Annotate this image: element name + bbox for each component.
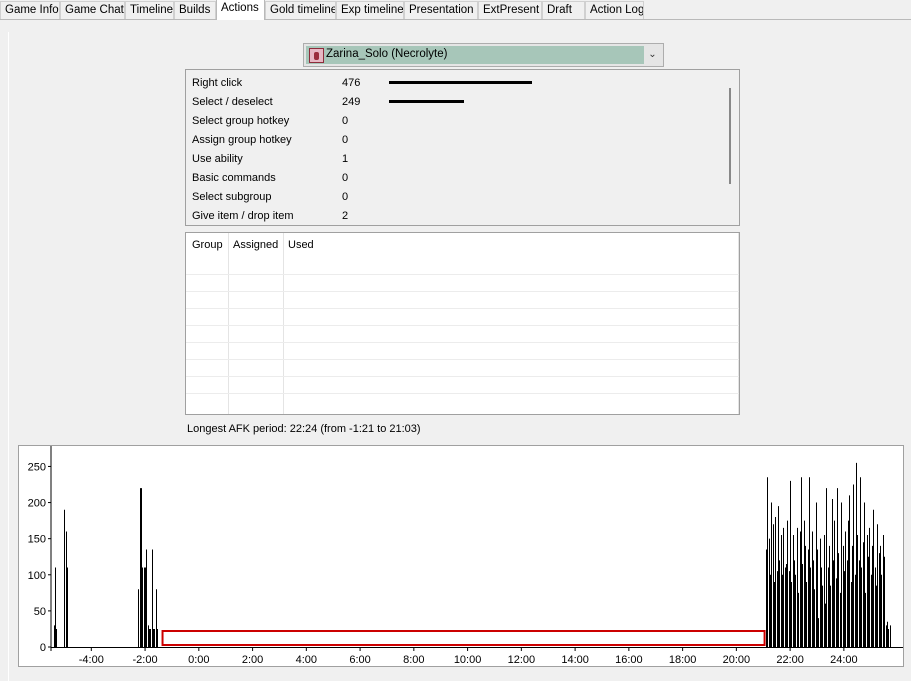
actions-list-scrollbar[interactable] bbox=[729, 88, 731, 184]
list-item[interactable]: Select subgroup 0 bbox=[192, 187, 722, 206]
table-row-divider bbox=[186, 342, 739, 343]
hero-portrait-icon bbox=[309, 48, 324, 63]
table-row-divider bbox=[186, 359, 739, 360]
tab-action-log[interactable]: Action Log bbox=[585, 1, 644, 19]
x-tick-label: 6:00 bbox=[349, 654, 370, 666]
tab-presentation[interactable]: Presentation bbox=[404, 1, 478, 19]
x-tick-label: 22:00 bbox=[776, 654, 804, 666]
tab-game-info[interactable]: Game Info bbox=[0, 1, 60, 19]
action-count: 0 bbox=[342, 172, 349, 184]
x-tick-label: 10:00 bbox=[454, 654, 482, 666]
action-label: Select subgroup bbox=[192, 191, 272, 203]
column-divider bbox=[228, 233, 229, 414]
action-label: Basic commands bbox=[192, 172, 276, 184]
x-tick-label: 14:00 bbox=[561, 654, 589, 666]
player-select[interactable]: Zarina_Solo (Necrolyte) ⌄ bbox=[303, 43, 664, 67]
tab-bar: Game Info Game Chat Timeline Builds Actions G… bbox=[0, 0, 911, 20]
list-item[interactable]: Use ability 1 bbox=[192, 149, 722, 168]
tab-builds[interactable]: Builds bbox=[174, 1, 216, 19]
group-hotkeys-table: Group Assigned Used bbox=[185, 232, 740, 415]
list-item[interactable]: Select / deselect 249 bbox=[192, 92, 722, 111]
action-count: 249 bbox=[342, 96, 361, 108]
tab-gold-timeline[interactable]: Gold timeline bbox=[265, 1, 336, 19]
actions-list: Right click 476 Select / deselect 249 Select… bbox=[185, 69, 740, 226]
table-row-divider bbox=[186, 308, 739, 309]
x-tick-label: -2:00 bbox=[133, 654, 158, 666]
table-header: Group Assigned Used bbox=[186, 233, 739, 257]
list-item[interactable]: Give item / drop item 2 bbox=[192, 206, 722, 225]
table-row-divider bbox=[186, 291, 739, 292]
action-count: 0 bbox=[342, 115, 349, 127]
x-tick-label: 16:00 bbox=[615, 654, 643, 666]
tab-timeline[interactable]: Timeline bbox=[125, 1, 174, 19]
y-tick-label: 250 bbox=[28, 461, 46, 473]
y-tick-label: 200 bbox=[28, 498, 46, 510]
y-tick-label: 150 bbox=[28, 534, 46, 546]
action-label: Right click bbox=[192, 77, 243, 89]
action-label: Select / deselect bbox=[192, 96, 273, 108]
column-divider bbox=[738, 233, 739, 414]
x-tick-label: 4:00 bbox=[296, 654, 317, 666]
x-tick-label: 24:00 bbox=[830, 654, 858, 666]
tab-actions[interactable]: Actions bbox=[216, 0, 265, 20]
action-count: 1 bbox=[342, 153, 349, 165]
column-header-group[interactable]: Group bbox=[192, 239, 223, 251]
tab-extpresent[interactable]: ExtPresent bbox=[478, 1, 542, 19]
list-item[interactable]: Select group hotkey 0 bbox=[192, 111, 722, 130]
column-header-used[interactable]: Used bbox=[288, 239, 314, 251]
x-tick-label: 12:00 bbox=[508, 654, 536, 666]
x-tick-label: 0:00 bbox=[188, 654, 209, 666]
action-count: 0 bbox=[342, 191, 349, 203]
y-tick-label: 50 bbox=[34, 606, 46, 618]
action-count: 2 bbox=[342, 210, 349, 222]
x-tick-label: 20:00 bbox=[723, 654, 751, 666]
tab-draft[interactable]: Draft bbox=[542, 1, 585, 19]
list-item[interactable]: Basic commands 0 bbox=[192, 168, 722, 187]
table-row-divider bbox=[186, 393, 739, 394]
tab-bar-divider bbox=[0, 19, 911, 20]
action-label: Select group hotkey bbox=[192, 115, 290, 127]
action-count-bar bbox=[389, 100, 464, 103]
x-tick-label: 18:00 bbox=[669, 654, 697, 666]
player-select-value: Zarina_Solo (Necrolyte) bbox=[326, 48, 448, 60]
table-row-divider bbox=[186, 325, 739, 326]
action-count: 476 bbox=[342, 77, 361, 89]
tab-exp-timeline[interactable]: Exp timeline bbox=[336, 1, 404, 19]
y-tick-label: 0 bbox=[40, 642, 46, 654]
table-row-divider bbox=[186, 376, 739, 377]
x-tick-label: -4:00 bbox=[79, 654, 104, 666]
longest-afk-text: Longest AFK period: 22:24 (from -1:21 to… bbox=[187, 423, 421, 435]
action-label: Give item / drop item bbox=[192, 210, 294, 222]
table-row-divider bbox=[186, 274, 739, 275]
x-tick-label: 8:00 bbox=[403, 654, 424, 666]
actions-per-minute-chart: 0 50 100 150 200 250 -4:00 -2:00 0:00 2:00 4:00 6:0… bbox=[18, 445, 904, 667]
action-label: Use ability bbox=[192, 153, 243, 165]
tab-game-chat[interactable]: Game Chat bbox=[60, 1, 125, 19]
chevron-down-icon[interactable]: ⌄ bbox=[644, 46, 661, 64]
action-count-bar bbox=[389, 81, 532, 84]
list-item[interactable]: Assign group hotkey 0 bbox=[192, 130, 722, 149]
action-label: Assign group hotkey bbox=[192, 134, 292, 146]
column-header-assigned[interactable]: Assigned bbox=[233, 239, 278, 251]
list-item[interactable]: Right click 476 bbox=[192, 73, 722, 92]
x-tick-label: 2:00 bbox=[242, 654, 263, 666]
action-count: 0 bbox=[342, 134, 349, 146]
chart-canvas: 0 50 100 150 200 250 -4:00 -2:00 0:00 2:00 4:00 6:0… bbox=[28, 446, 903, 666]
afk-period-highlight bbox=[161, 630, 766, 646]
column-divider bbox=[283, 233, 284, 414]
y-tick-label: 100 bbox=[28, 570, 46, 582]
